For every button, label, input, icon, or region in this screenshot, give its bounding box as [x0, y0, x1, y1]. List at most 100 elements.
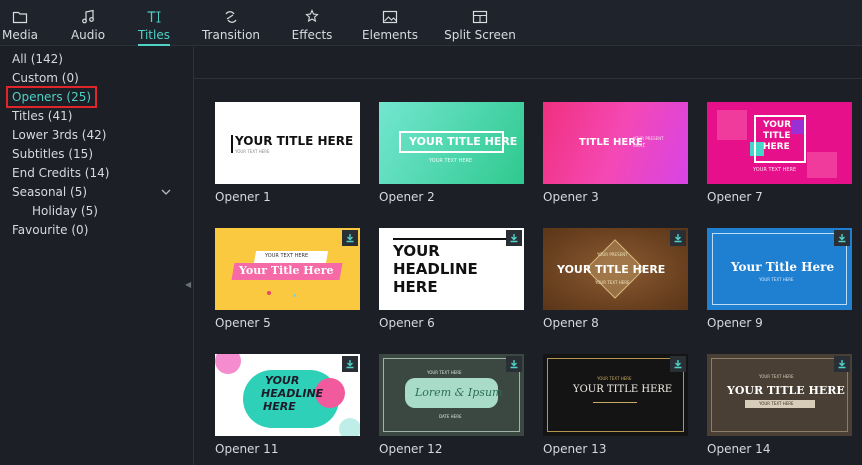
text-title-icon — [147, 11, 161, 23]
card-label: Opener 9 — [707, 316, 763, 330]
thumb-subtitle: YOUR TEXT HERE — [595, 280, 630, 285]
thumb-subtitle: YOUR TEXT HERE — [753, 167, 797, 173]
split-screen-icon — [472, 10, 488, 24]
title-card-opener-7[interactable]: YOUR TITLE HERE YOUR TEXT HERE Opener 7 — [707, 102, 852, 204]
card-label: Opener 8 — [543, 316, 599, 330]
thumb-subtitle: YOUR TEXT HERE — [597, 376, 632, 381]
tab-titles[interactable]: Titles — [138, 0, 170, 46]
thumb-subtitle-top: YOUR TEXT HERE — [427, 370, 462, 375]
thumb-subtitle: YOUR TEXT HERE — [759, 401, 794, 406]
category-seasonal[interactable]: Seasonal (5) — [12, 184, 87, 200]
title-card-opener-13[interactable]: YOUR TEXT HERE YOUR TITLE HERE Opener 13 — [543, 354, 688, 456]
category-lower-3rds[interactable]: Lower 3rds (42) — [12, 127, 106, 143]
title-card-opener-12[interactable]: YOUR TEXT HERE Lorem & Ipsum DATE HERE O… — [379, 354, 524, 456]
thumb-title-line2: HEADLINE — [393, 260, 478, 278]
thumb-subtitle: YOUR TEXT HERE — [235, 149, 270, 154]
title-card-opener-5[interactable]: YOUR TEXT HERE Your Title Here Opener 5 — [215, 228, 360, 330]
tab-media[interactable]: Media — [2, 0, 38, 46]
category-all[interactable]: All (142) — [12, 51, 63, 67]
category-subtitles[interactable]: Subtitles (15) — [12, 146, 93, 162]
tab-elements[interactable]: Elements — [362, 0, 418, 46]
category-favourite[interactable]: Favourite (0) — [12, 222, 88, 238]
titles-gallery: YOUR TITLE HERE YOUR TEXT HERE Opener 1 … — [194, 47, 862, 465]
download-button[interactable] — [670, 356, 686, 372]
collapse-left-icon[interactable]: ◀ — [185, 280, 191, 290]
tab-transition[interactable]: Transition — [202, 0, 260, 46]
thumb-subtitle: YOUR TEXT HERE — [759, 277, 794, 282]
tab-transition-label: Transition — [201, 28, 261, 42]
thumb-subtitle-top: YOUR TEXT HERE — [759, 374, 794, 379]
music-note-icon — [82, 9, 94, 24]
card-label: Opener 7 — [707, 190, 763, 204]
thumbnail: YOUR TEXT HERE YOUR TITLE HERE YOUR TEXT… — [707, 354, 852, 436]
thumbnail: YOUR HEADLINE HERE — [215, 354, 360, 436]
tab-elements-label: Elements — [362, 28, 418, 42]
thumbnail: YOUR TITLE HERE YOUR TEXT HERE — [707, 102, 852, 184]
category-sidebar: All (142) Custom (0) Openers (25) Titles… — [0, 47, 182, 465]
thumbnail: YOUR HEADLINE HERE — [379, 228, 524, 310]
category-end-credits[interactable]: End Credits (14) — [12, 165, 109, 181]
card-label: Opener 3 — [543, 190, 599, 204]
thumb-title: YOUR TITLE HERE — [573, 384, 673, 395]
download-button[interactable] — [506, 356, 522, 372]
title-card-opener-3[interactable]: TITLE HERE YOUR PRESENT text Opener 3 — [543, 102, 688, 204]
effects-sparkle-icon — [305, 9, 319, 23]
card-label: Opener 5 — [215, 316, 271, 330]
title-card-opener-2[interactable]: YOUR TITLE HERE YOUR TEXT HERE Opener 2 — [379, 102, 524, 204]
thumbnail: YOUR TEXT HERE Your Title Here — [215, 228, 360, 310]
title-card-opener-6[interactable]: YOUR HEADLINE HERE Opener 6 — [379, 228, 524, 330]
title-card-opener-1[interactable]: YOUR TITLE HERE YOUR TEXT HERE Opener 1 — [215, 102, 360, 204]
thumbnail: YOUR TITLE HERE YOUR TEXT HERE — [215, 102, 360, 184]
thumb-title: YOUR TITLE HERE — [557, 263, 666, 276]
card-label: Opener 13 — [543, 442, 607, 456]
category-titles[interactable]: Titles (41) — [12, 108, 72, 124]
download-icon — [674, 234, 682, 243]
tab-audio[interactable]: Audio — [70, 0, 106, 46]
download-icon — [346, 234, 354, 243]
card-label: Opener 11 — [215, 442, 279, 456]
download-button[interactable] — [670, 230, 686, 246]
download-button[interactable] — [506, 230, 522, 246]
thumb-title-line3: HERE — [263, 400, 296, 413]
title-card-opener-9[interactable]: Your Title Here YOUR TEXT HERE Opener 9 — [707, 228, 852, 330]
card-label: Opener 1 — [215, 190, 271, 204]
download-icon — [838, 360, 846, 369]
thumb-subtitle: YOUR TEXT HERE — [265, 253, 309, 259]
tab-effects[interactable]: Effects — [292, 0, 332, 46]
thumbnail: YOUR TEXT HERE Lorem & Ipsum DATE HERE — [379, 354, 524, 436]
download-icon — [510, 234, 518, 243]
tab-split-screen-label: Split Screen — [444, 28, 516, 42]
download-button[interactable] — [342, 356, 358, 372]
thumb-title: YOUR TITLE HERE — [727, 384, 845, 397]
download-icon — [346, 360, 354, 369]
download-button[interactable] — [834, 230, 850, 246]
thumb-title-line1: YOUR — [265, 374, 300, 387]
tab-effects-label: Effects — [291, 28, 333, 42]
title-card-opener-8[interactable]: YOUR PRESENT YOUR TITLE HERE YOUR TEXT H… — [543, 228, 688, 330]
thumb-date: DATE HERE — [439, 414, 462, 419]
chevron-down-icon[interactable] — [160, 186, 172, 198]
category-openers[interactable]: Openers (25) — [5, 86, 98, 108]
thumb-title-line1: YOUR — [763, 120, 792, 130]
category-holiday[interactable]: Holiday (5) — [32, 203, 98, 219]
download-button[interactable] — [834, 356, 850, 372]
thumb-title: YOUR TITLE HERE — [409, 135, 518, 148]
thumb-title-line2: HEADLINE — [261, 387, 324, 400]
thumb-title: YOUR TITLE HERE — [235, 134, 354, 148]
thumbnail: TITLE HERE YOUR PRESENT text — [543, 102, 688, 184]
category-custom[interactable]: Custom (0) — [12, 70, 79, 86]
thumb-subtitle-top: YOUR PRESENT — [597, 252, 628, 257]
thumbnail: YOUR PRESENT YOUR TITLE HERE YOUR TEXT H… — [543, 228, 688, 310]
download-icon — [674, 360, 682, 369]
tab-titles-label: Titles — [138, 28, 170, 42]
thumbnail: Your Title Here YOUR TEXT HERE — [707, 228, 852, 310]
title-card-opener-11[interactable]: YOUR HEADLINE HERE Opener 11 — [215, 354, 360, 456]
gallery-header-bar — [194, 47, 862, 79]
thumbnail: YOUR TEXT HERE YOUR TITLE HERE — [543, 354, 688, 436]
tab-split-screen[interactable]: Split Screen — [444, 0, 516, 46]
thumb-title-line3: HERE — [763, 142, 790, 152]
title-card-opener-14[interactable]: YOUR TEXT HERE YOUR TITLE HERE YOUR TEXT… — [707, 354, 852, 456]
app-window: Media Audio Titles Transition Effects El… — [0, 0, 862, 465]
download-button[interactable] — [342, 230, 358, 246]
thumb-title: Lorem & Ipsum — [415, 386, 503, 399]
